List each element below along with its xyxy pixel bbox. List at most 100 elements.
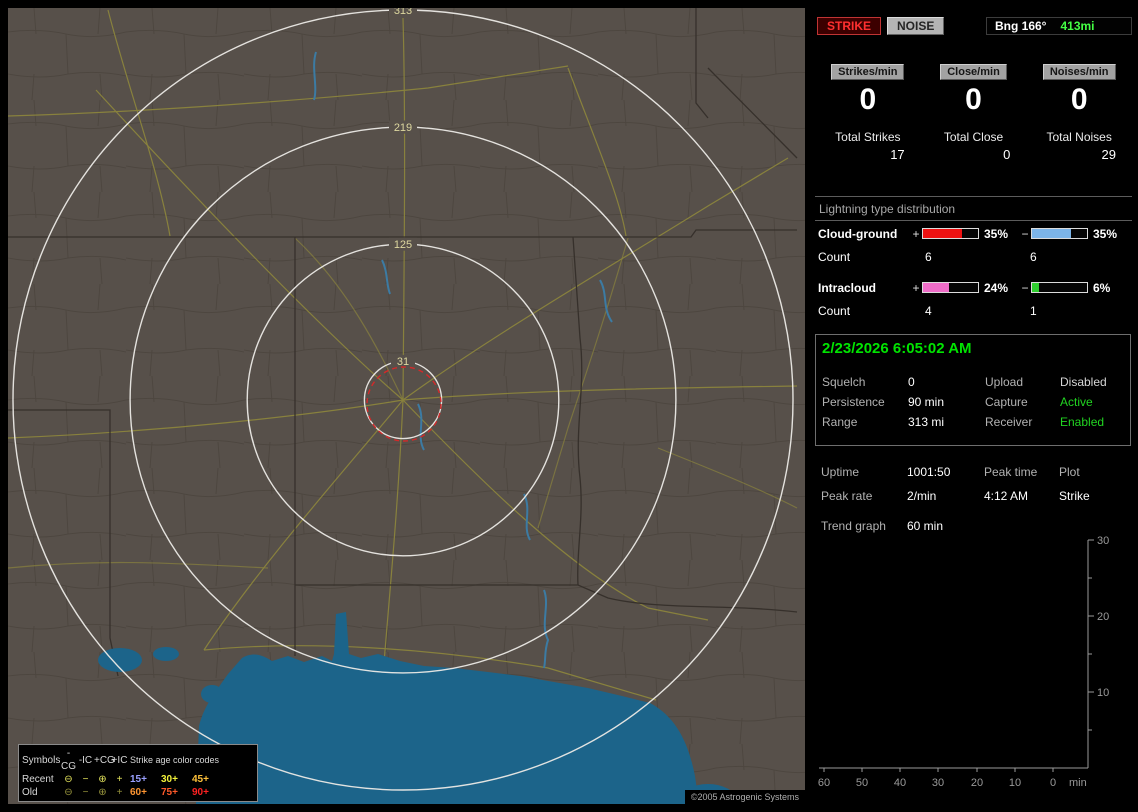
neg-cg-old-icon: ⊖ <box>64 787 73 798</box>
status-row: Squelch 0 Upload Disabled <box>816 372 1130 392</box>
capture-label: Capture <box>985 395 1028 409</box>
cg-minus-count: 6 <box>1030 250 1037 264</box>
sidebar: STRIKE NOISE Bng 166° 413mi Strikes/min … <box>815 8 1132 804</box>
peak-time-label: Peak time <box>984 465 1038 479</box>
age-30: 30+ <box>161 774 178 785</box>
count-label: Count <box>818 250 851 264</box>
noises-per-min-value: 0 <box>1070 83 1088 116</box>
legend-old-label: Old <box>22 787 38 798</box>
legend-symbols-header: Symbols <box>22 754 61 766</box>
total-noises-value: 29 <box>1101 147 1117 162</box>
cloud-ground-count-row: Count 6 6 <box>818 250 1132 265</box>
total-close-label: Total Close <box>943 130 1004 144</box>
legend-col-pos-cg: +CG <box>94 754 115 766</box>
legend-col-pos-ic: +IC <box>111 754 128 766</box>
uptime-label: Uptime <box>821 465 860 479</box>
plot-label: Plot <box>1059 465 1080 479</box>
persistence-label: Persistence <box>822 395 885 409</box>
upload-label: Upload <box>985 375 1024 389</box>
age-15: 15+ <box>130 774 147 785</box>
status-row: Range 313 mi Receiver Enabled <box>816 412 1130 432</box>
legend-old-row: Old ⊖ − ⊕ + 60+ 75+ 90+ <box>22 786 254 799</box>
total-close-value: 0 <box>1003 147 1011 162</box>
copyright-notice: ©2005 Astrogenic Systems <box>684 790 805 804</box>
status-panel: 2/23/2026 6:05:02 AM Squelch 0 Upload Di… <box>815 334 1131 446</box>
plus-sign: + <box>912 280 920 295</box>
strike-statistics: Strikes/min 0 Total Strikes 17 Close/min… <box>815 64 1132 162</box>
age-90: 90+ <box>192 787 209 798</box>
ic-plus-bar <box>922 282 979 293</box>
capture-status: Active <box>1060 395 1093 409</box>
peak-time-value: 4:12 AM <box>984 489 1029 503</box>
ring-label-31: 31 <box>397 356 409 368</box>
pos-ic-recent-icon: + <box>116 774 123 785</box>
x-tick-10: 10 <box>1009 777 1021 789</box>
plot-value: Strike <box>1059 489 1090 503</box>
bearing-value: Bng 166° <box>995 19 1047 33</box>
close-column: Close/min 0 Total Close 0 <box>921 64 1027 162</box>
x-tick-20: 20 <box>971 777 983 789</box>
y-tick-20: 20 <box>1097 611 1109 623</box>
x-tick-30: 30 <box>932 777 944 789</box>
intracloud-row: Intracloud + 24% − 6% <box>818 280 1132 295</box>
minus-sign: − <box>1021 280 1029 295</box>
strikes-per-min-chip: Strikes/min <box>831 64 905 80</box>
y-tick-10: 10 <box>1097 687 1109 699</box>
total-strikes-value: 17 <box>890 147 905 162</box>
y-tick-30: 30 <box>1097 535 1109 547</box>
ic-plus-count: 4 <box>925 304 932 318</box>
info-panel: Uptime 1001:50 Peak time Plot Peak rate … <box>815 456 1132 536</box>
neg-cg-recent-icon: ⊖ <box>64 774 73 785</box>
uptime-value: 1001:50 <box>907 465 951 479</box>
cg-plus-count: 6 <box>925 250 932 264</box>
ic-minus-count: 1 <box>1030 304 1037 318</box>
x-tick-0: 0 <box>1050 777 1056 789</box>
range-label: Range <box>822 415 858 429</box>
map-display[interactable]: 313 219 125 31 Symbols -CG -IC +CG +IC S… <box>8 8 805 804</box>
legend-recent-row: Recent ⊖ − ⊕ + 15+ 30+ 45+ <box>22 773 254 786</box>
receiver-status: Enabled <box>1060 415 1105 429</box>
legend-col-neg-cg: -CG <box>61 748 76 772</box>
persistence-value: 90 min <box>908 395 945 409</box>
ring-label-313: 313 <box>394 8 412 17</box>
noises-column: Noises/min 0 Total Noises 29 <box>1026 64 1132 162</box>
divider <box>815 196 1132 197</box>
legend-header-row: Symbols -CG -IC +CG +IC Strike age color… <box>22 747 254 773</box>
cg-plus-percent: 35% <box>984 226 1009 241</box>
x-tick-50: 50 <box>856 777 868 789</box>
noise-toggle-button[interactable]: NOISE <box>887 17 945 35</box>
intracloud-label: Intracloud <box>818 280 877 295</box>
divider <box>815 220 1132 221</box>
range-value: 313 mi <box>908 415 945 429</box>
ic-minus-bar <box>1031 282 1088 293</box>
x-axis-unit: min <box>1069 777 1087 789</box>
age-75: 75+ <box>161 787 178 798</box>
squelch-value: 0 <box>908 375 915 389</box>
legend-recent-label: Recent <box>22 774 54 785</box>
intracloud-count-row: Count 4 1 <box>818 304 1132 319</box>
bearing-range-value: 413mi <box>1060 19 1095 33</box>
map-legend: Symbols -CG -IC +CG +IC Strike age color… <box>18 744 258 802</box>
datetime-display: 2/23/2026 6:05:02 AM <box>822 340 972 357</box>
total-strikes-label: Total Strikes <box>835 130 901 144</box>
count-label: Count <box>818 304 851 318</box>
x-tick-60: 60 <box>818 777 830 789</box>
minus-sign: − <box>1021 226 1029 241</box>
legend-age-header: Strike age color codes <box>130 754 220 765</box>
pos-cg-recent-icon: ⊕ <box>98 774 107 785</box>
strike-toggle-button[interactable]: STRIKE <box>817 17 882 35</box>
close-per-min-chip: Close/min <box>940 64 1007 80</box>
age-60: 60+ <box>130 787 147 798</box>
cg-minus-percent: 35% <box>1093 226 1118 241</box>
map-canvas: 313 219 125 31 <box>8 8 805 804</box>
legend-col-neg-ic: -IC <box>78 754 93 766</box>
cloud-ground-row: Cloud-ground + 35% − 35% <box>818 226 1132 241</box>
plus-sign: + <box>912 226 920 241</box>
ic-plus-percent: 24% <box>984 280 1009 295</box>
cloud-ground-label: Cloud-ground <box>818 226 898 241</box>
peak-rate-value: 2/min <box>907 489 937 503</box>
cg-plus-bar <box>922 228 979 239</box>
receiver-label: Receiver <box>985 415 1033 429</box>
trend-graph: 30 20 10 60 50 40 30 20 10 0 min <box>818 535 1109 789</box>
age-45: 45+ <box>192 774 209 785</box>
